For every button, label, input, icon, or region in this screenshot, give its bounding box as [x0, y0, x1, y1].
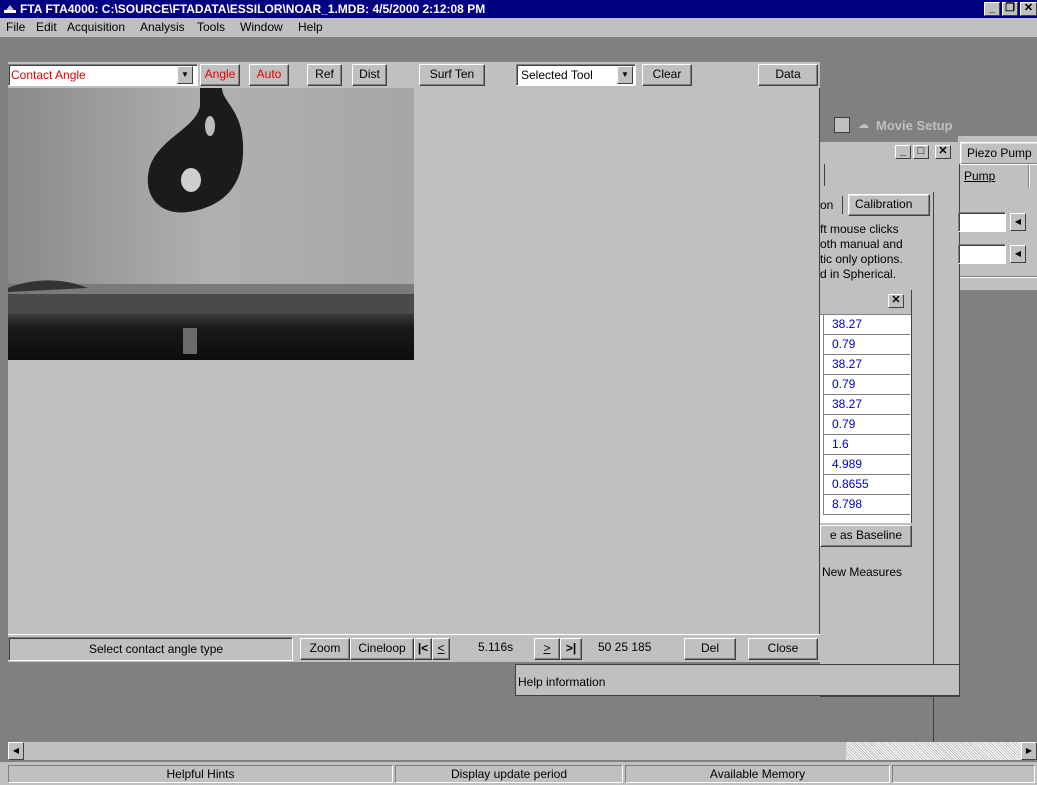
analysis-panel: _ □ ✕ on Calibration ft mouse clicks oth… — [820, 142, 960, 752]
measurement-type-select[interactable]: Contact Angle ▼ — [8, 64, 198, 86]
menu-bar: File Edit Acquisition Analysis Tools Win… — [0, 18, 1037, 37]
title-bar: FTA FTA4000: C:\SOURCE\FTADATA\ESSILOR\N… — [0, 0, 1037, 18]
movie-setup-sys-button[interactable] — [834, 117, 850, 133]
list-item[interactable]: 8.798 — [820, 495, 910, 515]
horizontal-scrollbar[interactable]: ◀ ▶ — [8, 742, 1037, 760]
frame-info: 50 25 185 — [598, 640, 652, 654]
set-baseline-button[interactable]: e as Baseline — [820, 525, 912, 547]
hint-line: ft mouse clicks — [820, 222, 899, 236]
window-title: FTA FTA4000: C:\SOURCE\FTADATA\ESSILOR\N… — [20, 2, 486, 16]
auto-button[interactable]: Auto — [249, 64, 289, 86]
cineloop-button[interactable]: Cineloop — [350, 638, 414, 660]
pump-label[interactable]: Pump — [964, 169, 995, 183]
chevron-down-icon[interactable]: ▼ — [177, 66, 193, 84]
app-icon[interactable] — [3, 3, 17, 15]
list-item[interactable]: 0.79 — [820, 375, 910, 395]
angle-button[interactable]: Angle — [200, 64, 240, 86]
left-arrow-icon[interactable]: ◀ — [1010, 213, 1026, 231]
restore-button[interactable]: ❐ — [1002, 2, 1018, 16]
movie-setup-titlebar: ☁ Movie Setup — [820, 116, 1037, 136]
panel-tab-edge — [820, 164, 825, 186]
drop-image-graphic — [8, 88, 414, 360]
left-arrow-icon[interactable]: ◀ — [1010, 245, 1026, 263]
first-frame-button[interactable]: |< — [414, 638, 432, 660]
hint-line: tic only options. — [820, 252, 903, 266]
list-item[interactable]: 0.79 — [820, 415, 910, 435]
next-frame-button[interactable]: > — [534, 638, 560, 660]
scroll-right-icon[interactable]: ▶ — [1021, 742, 1037, 760]
list-item[interactable]: 4.989 — [820, 455, 910, 475]
last-frame-button[interactable]: >| — [560, 638, 582, 660]
close-button[interactable]: ✕ — [1020, 2, 1037, 16]
panel-close-button[interactable]: ✕ — [935, 145, 951, 159]
movie-setup-icon: ☁ — [858, 119, 869, 131]
list-item[interactable]: 1.6 — [820, 435, 910, 455]
surf-ten-button[interactable]: Surf Ten — [419, 64, 485, 86]
tab-calibration[interactable]: Calibration — [848, 194, 930, 216]
movie-setup-input-2[interactable] — [958, 244, 1006, 264]
movie-setup-title: Movie Setup — [876, 118, 953, 133]
hint-line: oth manual and — [820, 237, 903, 251]
minimize-button[interactable]: _ — [984, 2, 1000, 16]
ref-button[interactable]: Ref — [307, 64, 342, 86]
list-item[interactable]: 0.8655 — [820, 475, 910, 495]
del-button[interactable]: Del — [684, 638, 736, 660]
status-helpful-hints: Helpful Hints — [8, 765, 393, 783]
data-list-close-button[interactable]: ✕ — [888, 294, 904, 308]
help-info-box: Help information — [515, 664, 960, 696]
tab-piezo-pump[interactable]: Piezo Pump — [960, 142, 1037, 164]
panel-divider — [958, 276, 1037, 278]
prev-frame-button[interactable]: < — [432, 638, 450, 660]
status-available-memory: Available Memory — [625, 765, 890, 783]
tab-separator — [842, 196, 843, 214]
chevron-down-icon[interactable]: ▼ — [617, 66, 633, 84]
status-update-period: Display update period — [395, 765, 623, 783]
list-item[interactable]: 38.27 — [820, 395, 910, 415]
menu-file[interactable]: File — [6, 20, 25, 34]
image-window: Contact Angle ▼ Angle Auto Ref Dist Surf… — [8, 62, 820, 662]
list-item[interactable]: 38.27 — [820, 355, 910, 375]
panel-restore-button[interactable]: □ — [913, 145, 929, 159]
list-item[interactable]: 0.79 — [820, 335, 910, 355]
status-bar: Helpful Hints Display update period Avai… — [0, 762, 1037, 785]
clear-button[interactable]: Clear — [642, 64, 692, 86]
menu-window[interactable]: Window — [240, 20, 283, 34]
menu-acquisition[interactable]: Acquisition — [67, 20, 125, 34]
status-extra — [892, 765, 1035, 783]
menu-edit[interactable]: Edit — [36, 20, 57, 34]
tab-divider — [1028, 165, 1030, 187]
hint-field: Select contact angle type — [8, 637, 293, 661]
image-toolbar: Contact Angle ▼ Angle Auto Ref Dist Surf… — [8, 62, 820, 88]
time-readout: 5.116s — [478, 640, 514, 654]
scroll-left-icon[interactable]: ◀ — [8, 742, 24, 760]
drop-image[interactable] — [8, 88, 414, 360]
menu-analysis[interactable]: Analysis — [140, 20, 185, 34]
movie-setup-input-1[interactable] — [958, 212, 1006, 232]
zoom-button[interactable]: Zoom — [300, 638, 350, 660]
dist-button[interactable]: Dist — [352, 64, 387, 86]
hint-line: d in Spherical. — [820, 267, 897, 281]
list-item[interactable]: 38.27 — [820, 315, 910, 335]
panel-minimize-button[interactable]: _ — [895, 145, 911, 159]
tool-select[interactable]: Selected Tool ▼ — [516, 64, 636, 86]
close-image-button[interactable]: Close — [748, 638, 818, 660]
data-list-window: ✕ 38.27 0.79 38.27 0.79 38.27 0.79 1.6 4… — [820, 290, 912, 523]
help-info-text: Help information — [518, 675, 606, 689]
scroll-track[interactable] — [846, 742, 1021, 760]
pump-tab-row: Pump — [958, 164, 1037, 187]
data-values-list: 38.27 0.79 38.27 0.79 38.27 0.79 1.6 4.9… — [820, 314, 911, 523]
image-bottom-bar: Select contact angle type Zoom Cineloop … — [8, 634, 820, 662]
data-button[interactable]: Data — [758, 64, 818, 86]
menu-tools[interactable]: Tools — [197, 20, 225, 34]
tab-partial[interactable]: on — [820, 198, 833, 212]
menu-help[interactable]: Help — [298, 20, 323, 34]
new-measures-label[interactable]: New Measures — [822, 565, 902, 579]
analysis-panel-controls: _ □ ✕ — [895, 142, 960, 164]
